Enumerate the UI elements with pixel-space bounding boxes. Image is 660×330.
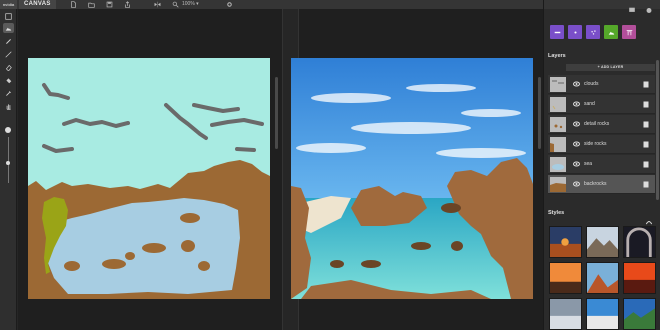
style-thumbnail[interactable]: [549, 298, 582, 330]
layer-thumbnail: [550, 77, 566, 92]
layer-name: clouds: [584, 81, 599, 87]
visibility-eye-icon[interactable]: [573, 161, 580, 167]
layer-row[interactable]: clouds: [548, 75, 655, 94]
style-thumbnail[interactable]: [549, 226, 582, 258]
app-window: nvidia CANVAS 100% ▾ Layers + ADD LAYER …: [0, 0, 660, 330]
pan-tool[interactable]: [3, 101, 14, 111]
delete-layer-icon[interactable]: [643, 80, 649, 88]
delete-layer-icon[interactable]: [643, 180, 649, 188]
left-toolbar: [0, 9, 17, 330]
layer-thumbnail: [550, 137, 566, 152]
zoom-level[interactable]: 100% ▾: [182, 0, 199, 9]
brush-opacity-handle[interactable]: [6, 161, 10, 165]
layer-row[interactable]: side rocks: [548, 135, 655, 154]
style-thumbnail[interactable]: [549, 262, 582, 294]
visibility-eye-icon[interactable]: [573, 141, 580, 147]
eyedropper-tool[interactable]: [3, 88, 14, 98]
delete-layer-icon[interactable]: [643, 160, 649, 168]
layer-row-selected[interactable]: backrocks: [548, 175, 655, 194]
line-tool[interactable]: [3, 49, 14, 59]
new-file-icon[interactable]: [70, 1, 77, 8]
styles-title: Styles: [548, 210, 565, 216]
paint-scrollbar[interactable]: [275, 77, 278, 149]
brush-mode-button[interactable]: [550, 25, 564, 39]
right-panel-topbar: [544, 0, 660, 9]
new-canvas-tool[interactable]: [3, 11, 14, 21]
visibility-eye-icon[interactable]: [573, 181, 580, 187]
style-thumbnail[interactable]: [586, 262, 619, 294]
segmentation-canvas[interactable]: [28, 58, 270, 299]
output-image: [291, 58, 533, 299]
delete-layer-icon[interactable]: [643, 140, 649, 148]
output-scrollbar[interactable]: [538, 77, 541, 149]
layer-name: sand: [584, 101, 595, 107]
layer-thumbnail: [550, 177, 566, 192]
landscape-mode-button[interactable]: [604, 25, 618, 39]
canvas-tab[interactable]: CANVAS: [19, 0, 56, 9]
visibility-eye-icon[interactable]: [573, 121, 580, 127]
app-logo: nvidia: [0, 0, 17, 9]
gate-mode-button[interactable]: [622, 25, 636, 39]
settings-icon[interactable]: [226, 1, 233, 8]
layer-name: backrocks: [584, 181, 607, 187]
add-layer-button[interactable]: + ADD LAYER: [566, 64, 655, 71]
delete-layer-icon[interactable]: [643, 120, 649, 128]
layer-name: side rocks: [584, 141, 607, 147]
style-thumbnail[interactable]: [586, 226, 619, 258]
scatter-mode-button[interactable]: [586, 25, 600, 39]
layers-title: Layers: [548, 53, 566, 59]
layer-thumbnail: [550, 157, 566, 172]
layer-thumbnail: [550, 117, 566, 132]
save-icon[interactable]: [106, 1, 113, 8]
layer-thumbnail: [550, 97, 566, 112]
delete-layer-icon[interactable]: [643, 100, 649, 108]
layer-row[interactable]: sand: [548, 95, 655, 114]
collapse-layers-icon[interactable]: [645, 55, 653, 68]
fill-tool[interactable]: [3, 75, 14, 85]
help-icon[interactable]: [645, 1, 653, 13]
layer-name: sea: [584, 161, 593, 167]
style-thumbnail[interactable]: [623, 298, 656, 330]
layer-row[interactable]: sea: [548, 155, 655, 174]
mode-swatches: [550, 25, 636, 39]
brush-size-handle[interactable]: [5, 127, 11, 133]
open-folder-icon[interactable]: [88, 1, 95, 8]
collapse-styles-icon[interactable]: [645, 212, 653, 225]
right-panel: Layers + ADD LAYER clouds sand detail ro…: [543, 0, 660, 330]
style-thumbnail[interactable]: [623, 226, 656, 258]
flip-icon[interactable]: [154, 1, 161, 8]
style-thumbnail[interactable]: [623, 262, 656, 294]
layers-scrollbar[interactable]: [656, 60, 659, 200]
single-mode-button[interactable]: [568, 25, 582, 39]
eraser-tool[interactable]: [3, 62, 14, 72]
style-thumbnail[interactable]: [586, 298, 619, 330]
visibility-eye-icon[interactable]: [573, 81, 580, 87]
feedback-icon[interactable]: [628, 1, 636, 12]
visibility-eye-icon[interactable]: [573, 101, 580, 107]
brush-size-slider[interactable]: [8, 137, 9, 183]
brush-tool[interactable]: [3, 36, 14, 46]
landscape-tool[interactable]: [3, 23, 14, 33]
layer-name: detail rocks: [584, 121, 610, 127]
export-icon[interactable]: [124, 1, 131, 8]
layer-row[interactable]: detail rocks: [548, 115, 655, 134]
zoom-icon[interactable]: [172, 1, 179, 8]
